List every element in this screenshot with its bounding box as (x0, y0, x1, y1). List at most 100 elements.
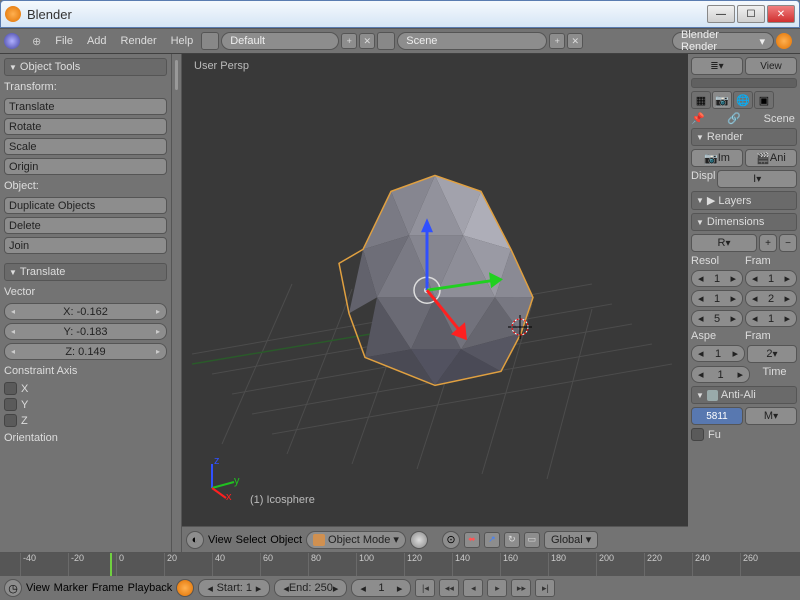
outliner-view-menu[interactable]: View (745, 57, 797, 75)
pivot-icon[interactable]: ⊙ (442, 531, 460, 549)
menubar-expand-icon[interactable]: ⊕ (26, 33, 47, 50)
tool-shelf: Object Tools Transform: Translate Rotate… (0, 54, 172, 552)
translate-panel-header[interactable]: Translate (4, 263, 167, 281)
rotate-button[interactable]: Rotate (4, 118, 167, 135)
aspect-x-field[interactable]: ◂1▸ (691, 345, 745, 362)
delete-button[interactable]: Delete (4, 217, 167, 234)
editor-type-icon[interactable]: ◐ (186, 531, 204, 549)
origin-button[interactable]: Origin (4, 158, 167, 175)
tl-marker-menu[interactable]: Marker (54, 582, 88, 594)
scene-value: Scene (406, 35, 437, 47)
menu-help[interactable]: Help (165, 33, 200, 49)
info-editor-icon[interactable] (4, 33, 20, 49)
scene-field[interactable]: Scene (397, 32, 547, 50)
manipulator-toggle[interactable]: ⬌ (464, 532, 480, 548)
vector-y-field[interactable]: ◂Y: -0.183▸ (4, 323, 167, 340)
pin-icon[interactable]: 📌 (691, 112, 724, 125)
display-mode-dropdown[interactable]: I ▾ (717, 170, 797, 188)
antialias-header[interactable]: Anti-Ali (691, 386, 797, 404)
tab-world[interactable]: 🌐 (733, 91, 753, 109)
aspect-y-field[interactable]: ◂1▸ (691, 366, 750, 383)
scale-button[interactable]: Scale (4, 138, 167, 155)
keyframe-prev-button[interactable]: ◂◂ (439, 579, 459, 597)
timeline-tick: -40 (20, 553, 36, 576)
vector-x-field[interactable]: ◂X: -0.162▸ (4, 303, 167, 320)
timeline-cursor[interactable] (110, 553, 112, 576)
current-frame-field[interactable]: ◂1▸ (351, 579, 411, 597)
duplicate-button[interactable]: Duplicate Objects (4, 197, 167, 214)
tl-playback-menu[interactable]: Playback (128, 582, 173, 594)
render-anim-button[interactable]: 🎬Ani (745, 149, 797, 167)
menu-render[interactable]: Render (115, 33, 163, 49)
timeline-editor-icon[interactable]: ◷ (4, 579, 22, 597)
timeline-tick: 240 (692, 553, 710, 576)
res-y-field[interactable]: ◂1▸ (691, 290, 743, 307)
end-frame-field[interactable]: ◂End: 250▸ (274, 579, 347, 597)
constraint-z-checkbox[interactable]: Z (4, 414, 167, 427)
translate-button[interactable]: Translate (4, 98, 167, 115)
layout-delete-button[interactable]: ✕ (359, 33, 375, 49)
scene-delete-button[interactable]: ✕ (567, 33, 583, 49)
res-x-field[interactable]: ◂1▸ (691, 270, 743, 287)
full-sample-checkbox[interactable]: Fu (691, 428, 797, 441)
scene-add-button[interactable]: + (549, 33, 565, 49)
panel-splitter[interactable] (172, 54, 182, 552)
frame-end-field[interactable]: ◂2▸ (745, 290, 797, 307)
aa-samples-button[interactable]: 5811 (691, 407, 743, 425)
start-frame-field[interactable]: ◂Start: 1▸ (198, 579, 270, 597)
preset-dropdown[interactable]: R ▾ (691, 234, 757, 252)
menu-add[interactable]: Add (81, 33, 113, 49)
keyframe-next-button[interactable]: ▸▸ (511, 579, 531, 597)
tl-view-menu[interactable]: View (26, 582, 50, 594)
screen-layout-field[interactable]: Default (221, 32, 339, 50)
menu-file[interactable]: File (49, 33, 79, 49)
render-header[interactable]: Render (691, 128, 797, 146)
object-tools-header[interactable]: Object Tools (4, 58, 167, 76)
play-button[interactable]: ▸ (487, 579, 507, 597)
outliner-switcher[interactable]: ≣▾ (691, 57, 743, 75)
preset-add[interactable]: + (759, 234, 777, 252)
res-pct-field[interactable]: ◂5▸ (691, 310, 743, 327)
preset-remove[interactable]: − (779, 234, 797, 252)
render-engine-dropdown[interactable]: Blender Render▾ (672, 32, 774, 50)
minimize-button[interactable]: — (707, 5, 735, 23)
vp-object-menu[interactable]: Object (270, 534, 302, 546)
vp-select-menu[interactable]: Select (236, 534, 267, 546)
3d-viewport[interactable]: User Persp (182, 54, 688, 552)
frame-step-field[interactable]: ◂1▸ (745, 310, 797, 327)
jump-end-button[interactable]: ▸| (535, 579, 555, 597)
timeline-ruler[interactable]: -40-200204060801001201401601802002202402… (0, 553, 800, 576)
close-button[interactable]: ✕ (767, 5, 795, 23)
constraint-y-checkbox[interactable]: Y (4, 398, 167, 411)
manipulator-scale[interactable]: ▭ (524, 532, 540, 548)
constraint-x-checkbox[interactable]: X (4, 382, 167, 395)
manipulator-translate[interactable]: ↗ (484, 532, 500, 548)
vector-z-field[interactable]: ◂Z: 0.149▸ (4, 343, 167, 360)
viewport-shading-icon[interactable] (410, 531, 428, 549)
layout-add-button[interactable]: + (341, 33, 357, 49)
aa-mitchell-dropdown[interactable]: M ▾ (745, 407, 797, 425)
join-button[interactable]: Join (4, 237, 167, 254)
scene-browse-icon[interactable] (377, 32, 395, 50)
orientation-dropdown[interactable]: Global▾ (544, 531, 598, 549)
tab-object[interactable]: ▣ (754, 91, 774, 109)
tab-scene[interactable]: 📷 (712, 91, 732, 109)
jump-start-button[interactable]: |◂ (415, 579, 435, 597)
dimensions-header[interactable]: Dimensions (691, 213, 797, 231)
tab-render[interactable]: ▦ (691, 91, 711, 109)
outliner-area[interactable] (691, 78, 797, 88)
play-reverse-button[interactable]: ◂ (463, 579, 483, 597)
layers-header[interactable]: ▶Layers (691, 191, 797, 210)
layout-browse-icon[interactable] (201, 32, 219, 50)
manipulator-rotate[interactable]: ↻ (504, 532, 520, 548)
sync-dropdown[interactable] (176, 579, 194, 597)
tl-frame-menu[interactable]: Frame (92, 582, 124, 594)
aspect-label: Aspe (691, 330, 743, 342)
maximize-button[interactable]: ☐ (737, 5, 765, 23)
fps-dropdown[interactable]: 2 ▾ (747, 345, 797, 363)
render-image-button[interactable]: 📷Im (691, 149, 743, 167)
frame-start-field[interactable]: ◂1▸ (745, 270, 797, 287)
mode-dropdown[interactable]: Object Mode▾ (306, 531, 406, 549)
transform-gizmo[interactable] (347, 210, 507, 370)
vp-view-menu[interactable]: View (208, 534, 232, 546)
